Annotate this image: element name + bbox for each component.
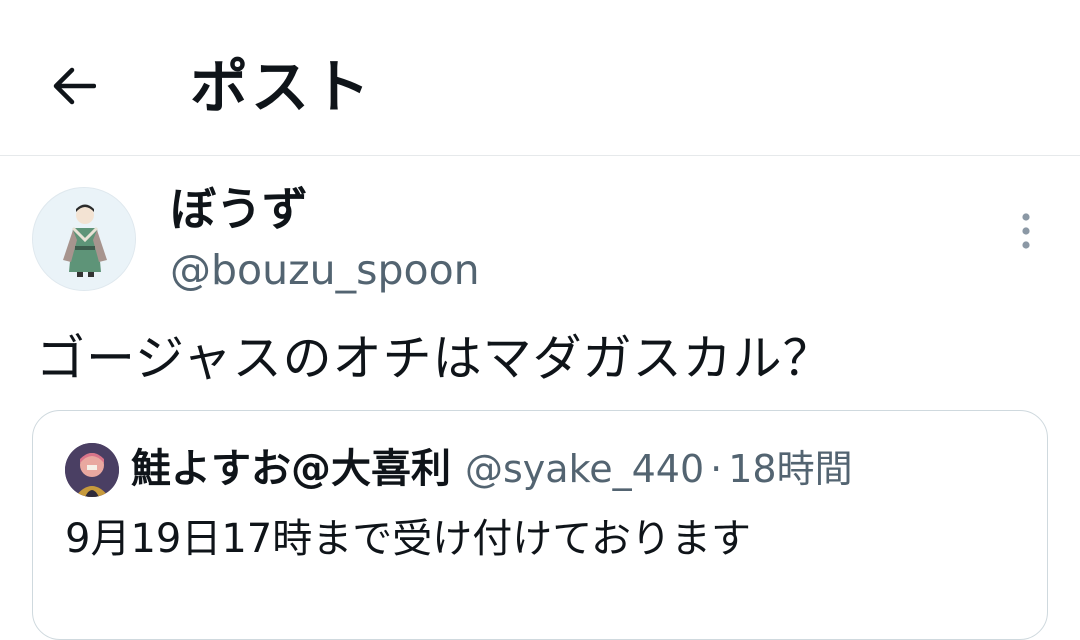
arrow-left-icon xyxy=(53,67,96,105)
more-options-button[interactable] xyxy=(1006,206,1046,256)
display-name[interactable]: ぼうず xyxy=(170,180,308,238)
more-vertical-icon xyxy=(1022,213,1030,249)
quote-handle[interactable]: @syake_440 xyxy=(465,447,704,491)
post-text: ゴージャスのオチはマダガスカル？ xyxy=(36,330,833,387)
quote-timestamp[interactable]: 18時間 xyxy=(728,447,852,491)
quote-display-name[interactable]: 鮭よすお@大喜利 xyxy=(131,446,451,492)
quote-avatar[interactable] xyxy=(65,443,119,497)
back-button[interactable] xyxy=(42,55,104,117)
quote-text: 9月19日17時まで受け付けております xyxy=(65,516,752,562)
user-handle[interactable]: @bouzu_spoon xyxy=(170,244,480,296)
avatar-illustration xyxy=(33,188,135,290)
avatar-illustration xyxy=(65,443,119,497)
quoted-post[interactable]: 鮭よすお@大喜利 @syake_440 · 18時間 9月19日17時まで受け付けてお… xyxy=(32,410,1048,640)
page-title: ポスト xyxy=(190,53,374,121)
top-bar: ポスト xyxy=(0,0,1080,156)
separator-dot: · xyxy=(710,447,723,491)
avatar[interactable] xyxy=(32,187,136,291)
quote-header: 鮭よすお@大喜利 @syake_440 · 18時間 xyxy=(131,441,853,505)
